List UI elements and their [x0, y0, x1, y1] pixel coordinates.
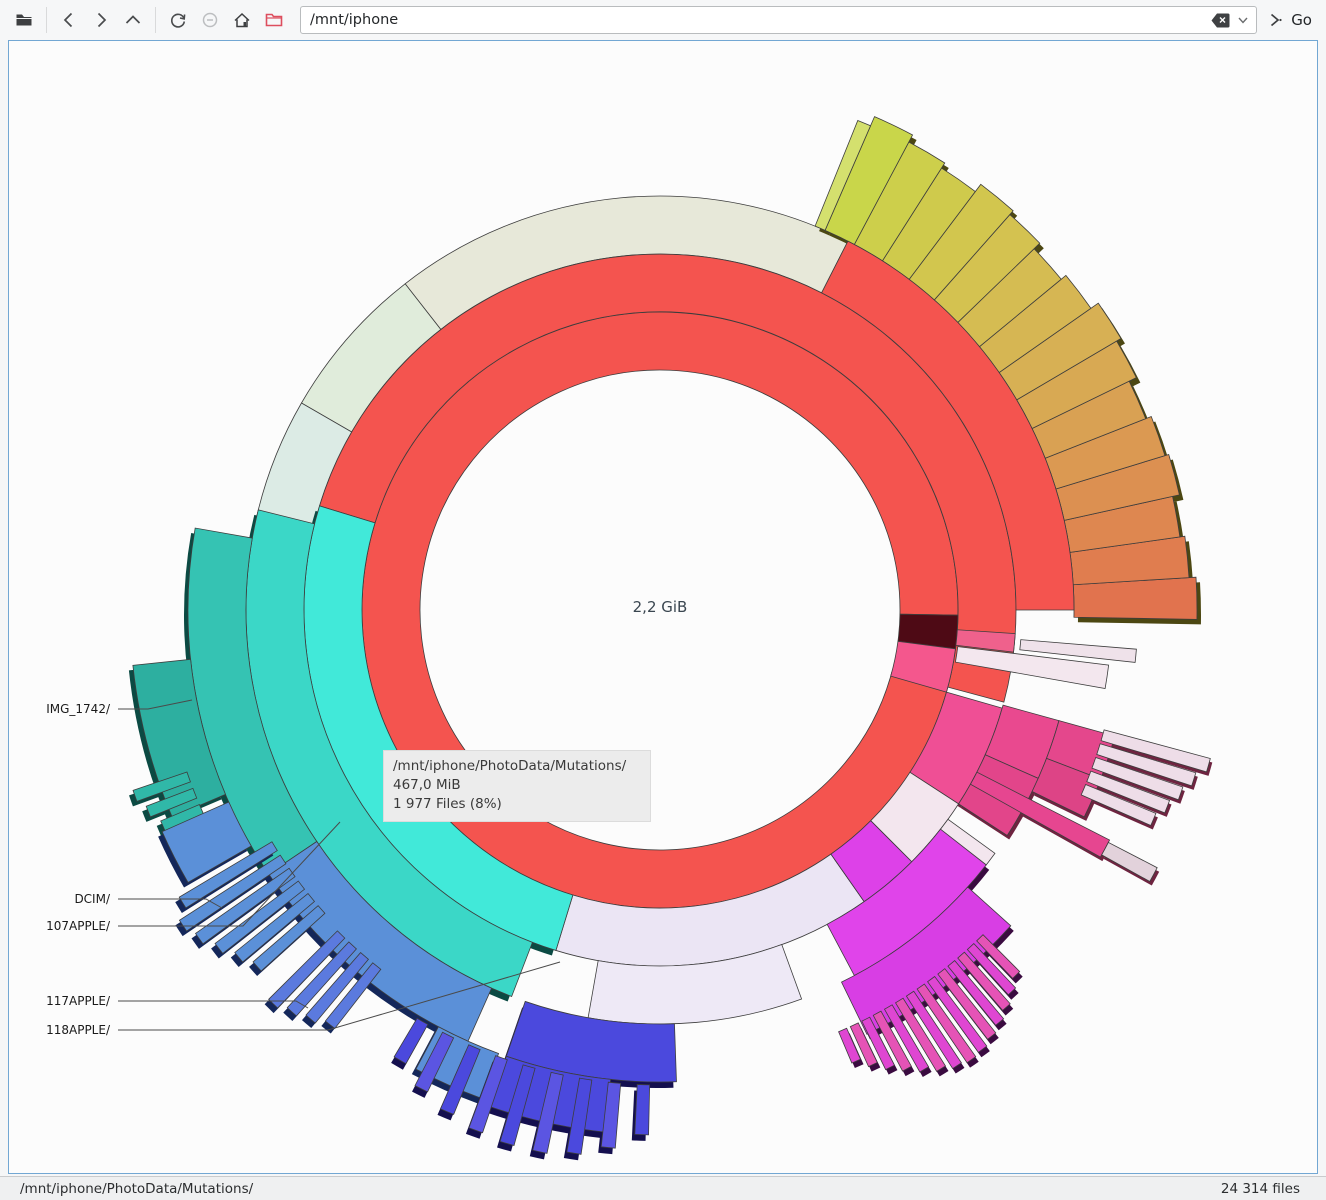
forward-icon	[91, 10, 111, 30]
statusbar-path: /mnt/iphone/PhotoData/Mutations/	[20, 1181, 253, 1197]
red-folder-icon	[264, 10, 284, 30]
segment-tooltip: /mnt/iphone/PhotoData/Mutations/ 467,0 M…	[383, 750, 651, 822]
up-button[interactable]	[117, 4, 149, 36]
filelight-window: Go IMG_1742/DCIM/107APPLE/117APPLE/118AP…	[0, 0, 1326, 1200]
rescan-button[interactable]	[162, 4, 194, 36]
location-input[interactable]	[301, 12, 1208, 28]
back-button[interactable]	[53, 4, 85, 36]
scan-folder-button[interactable]	[8, 4, 40, 36]
tooltip-path: /mnt/iphone/PhotoData/Mutations/	[393, 757, 640, 776]
clear-location-button[interactable]	[1208, 8, 1232, 32]
reload-icon	[168, 10, 188, 30]
location-dropdown-button[interactable]	[1232, 8, 1254, 32]
clear-text-icon	[1211, 13, 1230, 28]
stop-button[interactable]	[194, 4, 226, 36]
back-icon	[59, 10, 79, 30]
go-button[interactable]: Go	[1265, 10, 1312, 30]
home-button[interactable]	[226, 4, 258, 36]
stop-icon	[200, 10, 220, 30]
tooltip-files: 1 977 Files (8%)	[393, 795, 640, 814]
tooltip-size: 467,0 MiB	[393, 776, 640, 795]
go-button-label: Go	[1291, 11, 1312, 29]
dropdown-icon	[1236, 13, 1250, 27]
statusbar-file-count: 24 314 files	[1221, 1181, 1300, 1197]
total-size-label: 2,2 GiB	[520, 598, 800, 616]
up-icon	[123, 10, 143, 30]
statusbar: /mnt/iphone/PhotoData/Mutations/ 24 314 …	[0, 1176, 1326, 1200]
location-bar[interactable]	[300, 6, 1257, 34]
chart-segment[interactable]	[635, 1084, 650, 1134]
forward-button[interactable]	[85, 4, 117, 36]
open-folder-button[interactable]	[258, 4, 290, 36]
toolbar-separator	[155, 7, 156, 33]
folder-icon	[14, 10, 34, 30]
go-arrow-icon	[1265, 10, 1285, 30]
toolbar-separator	[46, 7, 47, 33]
home-icon	[232, 10, 252, 30]
toolbar: Go	[0, 0, 1326, 40]
